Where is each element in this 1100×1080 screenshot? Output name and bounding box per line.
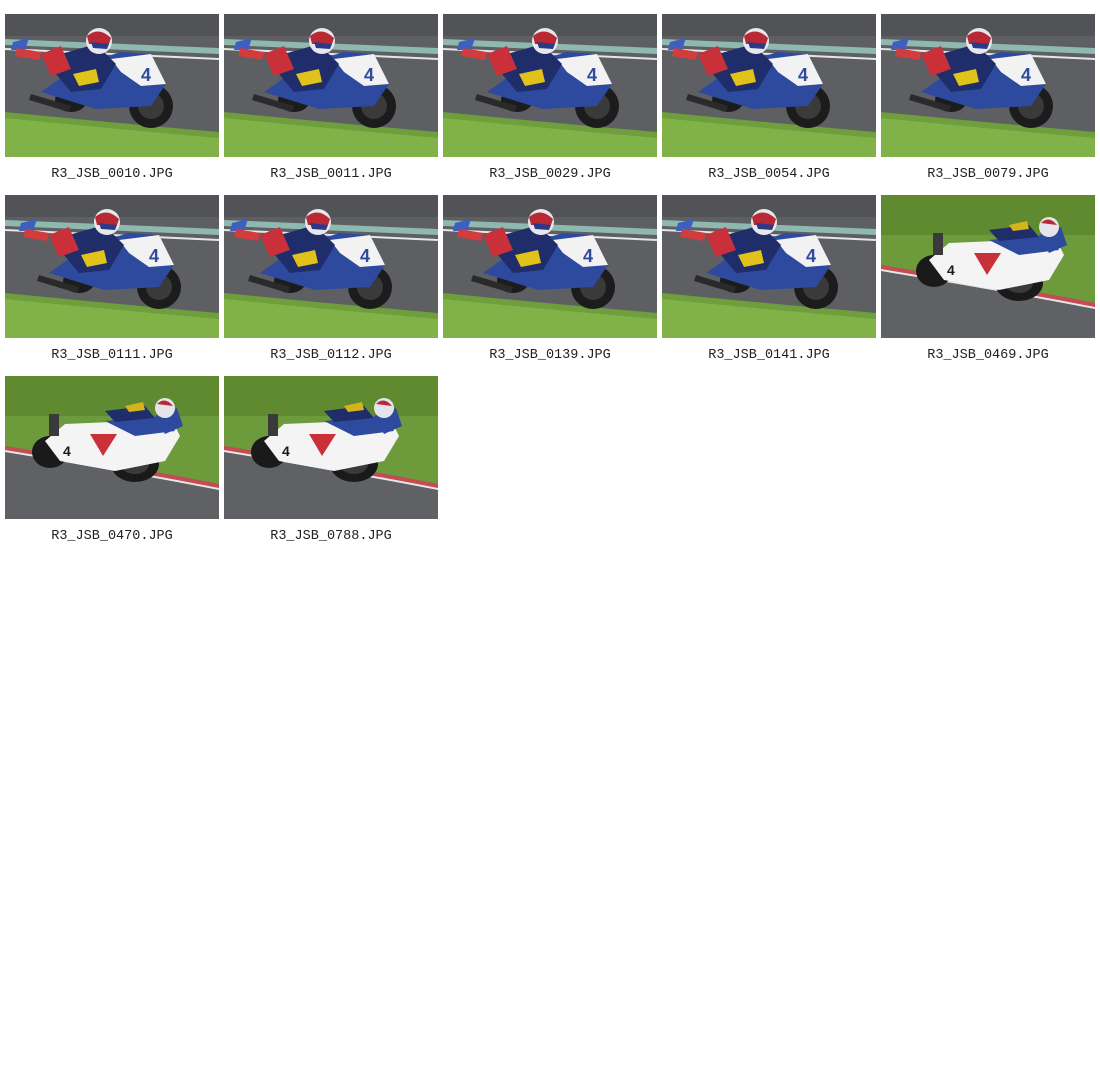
gallery-item[interactable]: 4 R3_JSB_0029.JPG (443, 14, 657, 182)
gallery-item[interactable]: 4 R3_JSB_0469.JPG (881, 195, 1095, 363)
gallery-item[interactable]: 4 R3_JSB_0788.JPG (224, 376, 438, 544)
svg-text:4: 4 (587, 65, 597, 85)
filename-caption: R3_JSB_0029.JPG (489, 167, 611, 182)
thumbnail-image[interactable]: 4 (224, 195, 438, 338)
thumbnail-image[interactable]: 4 (443, 195, 657, 338)
gallery-item[interactable]: 4 R3_JSB_0111.JPG (5, 195, 219, 363)
filename-caption: R3_JSB_0079.JPG (927, 167, 1049, 182)
thumbnail-image[interactable]: 4 (881, 195, 1095, 338)
gallery-item[interactable]: 4 R3_JSB_0470.JPG (5, 376, 219, 544)
gallery-item[interactable]: 4 R3_JSB_0112.JPG (224, 195, 438, 363)
gallery-item[interactable]: 4 R3_JSB_0011.JPG (224, 14, 438, 182)
filename-caption: R3_JSB_0470.JPG (51, 529, 173, 544)
svg-text:4: 4 (1021, 65, 1031, 85)
svg-text:4: 4 (141, 65, 151, 85)
filename-caption: R3_JSB_0139.JPG (489, 348, 611, 363)
thumbnail-image[interactable]: 4 (443, 14, 657, 157)
svg-text:4: 4 (149, 246, 159, 266)
thumbnail-gallery: 4 R3_JSB_0010.JPG 4 R3_JSB_0011.JPG 4 R3… (5, 14, 1095, 544)
filename-caption: R3_JSB_0010.JPG (51, 167, 173, 182)
filename-caption: R3_JSB_0112.JPG (270, 348, 392, 363)
thumbnail-image[interactable]: 4 (5, 14, 219, 157)
thumbnail-image[interactable]: 4 (5, 195, 219, 338)
gallery-item[interactable]: 4 R3_JSB_0054.JPG (662, 14, 876, 182)
thumbnail-image[interactable]: 4 (224, 376, 438, 519)
thumbnail-image[interactable]: 4 (881, 14, 1095, 157)
svg-text:4: 4 (798, 65, 808, 85)
filename-caption: R3_JSB_0054.JPG (708, 167, 830, 182)
filename-caption: R3_JSB_0788.JPG (270, 529, 392, 544)
svg-text:4: 4 (364, 65, 374, 85)
svg-text:4: 4 (947, 262, 955, 278)
svg-text:4: 4 (360, 246, 370, 266)
gallery-item[interactable]: 4 R3_JSB_0141.JPG (662, 195, 876, 363)
filename-caption: R3_JSB_0111.JPG (51, 348, 173, 363)
thumbnail-image[interactable]: 4 (662, 14, 876, 157)
filename-caption: R3_JSB_0011.JPG (270, 167, 392, 182)
thumbnail-image[interactable]: 4 (5, 376, 219, 519)
svg-text:4: 4 (806, 246, 816, 266)
thumbnail-image[interactable]: 4 (224, 14, 438, 157)
svg-text:4: 4 (282, 443, 290, 459)
gallery-item[interactable]: 4 R3_JSB_0079.JPG (881, 14, 1095, 182)
filename-caption: R3_JSB_0141.JPG (708, 348, 830, 363)
svg-text:4: 4 (63, 443, 71, 459)
thumbnail-image[interactable]: 4 (662, 195, 876, 338)
gallery-item[interactable]: 4 R3_JSB_0010.JPG (5, 14, 219, 182)
gallery-item[interactable]: 4 R3_JSB_0139.JPG (443, 195, 657, 363)
svg-text:4: 4 (583, 246, 593, 266)
filename-caption: R3_JSB_0469.JPG (927, 348, 1049, 363)
